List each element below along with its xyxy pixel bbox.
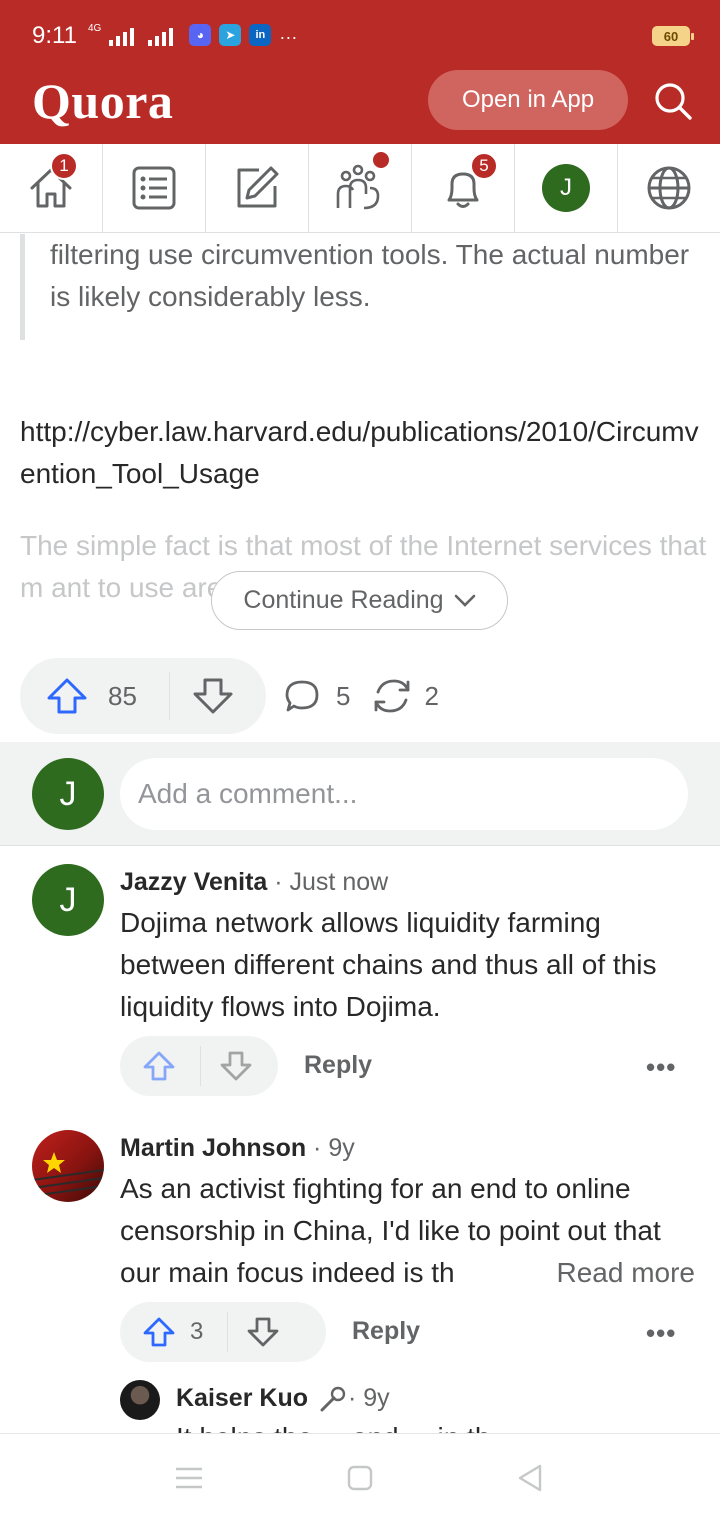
network-label: 4G [88,23,102,34]
read-more-link[interactable]: Read more [530,1252,695,1294]
nav-language[interactable] [618,144,720,232]
quora-logo[interactable]: Quora [32,72,173,130]
telegram-icon: ➤ [219,24,242,46]
reply-button[interactable]: Reply [304,1051,372,1080]
system-nav-bar [0,1433,720,1520]
open-in-app-button[interactable]: Open in App [428,70,628,130]
avatar[interactable] [120,1380,160,1420]
answer-link[interactable]: http://cyber.law.harvard.edu/publication… [20,411,710,495]
comment-timestamp: · Just now [267,868,389,896]
downvote-icon[interactable] [219,1050,253,1082]
comment-icon[interactable] [284,678,320,714]
linkedin-icon: in [249,24,272,46]
comment-author[interactable]: Kaiser Kuo [176,1384,308,1413]
battery-level: 60 [663,28,679,44]
people-icon [336,164,380,210]
comment-author[interactable]: Jazzy Venita [120,868,267,896]
more-notifications-icon: ··· [279,27,298,47]
comment-kaiser: Kaiser Kuo · 9y It helps the ... and ...… [0,1372,720,1434]
comment-vote-pill: 3 [120,1302,326,1362]
nav-notifications[interactable]: 5 [412,144,515,232]
microphone-icon [320,1386,346,1411]
edit-icon [237,166,279,208]
share-count: 2 [424,680,439,711]
avatar[interactable]: J [32,864,104,936]
downvote-icon[interactable] [246,1316,280,1348]
user-avatar: J [32,758,104,830]
add-comment-bar: J [0,742,720,846]
reply-button[interactable]: Reply [352,1317,420,1346]
comment-timestamp: · 9y [347,1384,390,1412]
answer-vote-pill: 85 [20,658,266,734]
downvote-icon[interactable] [192,677,234,715]
avatar[interactable] [32,1130,104,1202]
chevron-down-icon [454,594,475,607]
search-icon[interactable] [652,80,694,122]
back-icon[interactable] [516,1463,544,1493]
battery-icon: 60 [652,26,694,46]
home-badge: 1 [50,152,78,180]
vote-divider [200,1046,201,1086]
share-icon[interactable] [370,676,414,716]
vote-divider [227,1312,229,1352]
nav-answer[interactable] [206,144,309,232]
list-icon [132,166,176,210]
flag-avatar-icon [32,1152,104,1197]
comment-body: As an activist fighting for an end to on… [120,1168,695,1294]
continue-reading-label: Continue Reading [243,586,444,614]
comment-jazzy: J Jazzy Venita · Just now Dojima network… [0,846,720,1106]
comment-author-line: Martin Johnson · 9y [120,1134,355,1163]
continue-reading-button[interactable]: Continue Reading [211,571,508,630]
status-time: 9:11 [32,22,77,49]
comment-author-line: Jazzy Venita · Just now [120,868,388,897]
signal-bars-icon [109,28,135,46]
comment-martin: Martin Johnson · 9y As an activist fight… [0,1112,720,1372]
app-header: 9:11 4G ◕ ➤ in ··· 60 Quora Open in App [0,0,720,144]
comment-count: 5 [336,680,351,711]
comment-vote-pill [120,1036,278,1096]
spaces-dot [373,152,389,168]
upvote-count: 3 [190,1318,204,1345]
more-options-icon[interactable]: ••• [646,1318,676,1349]
nav-spaces[interactable] [309,144,412,232]
menu-icon[interactable] [174,1465,204,1491]
status-bar: 9:11 4G ◕ ➤ in ··· 60 [0,0,720,72]
upvote-icon[interactable] [142,1316,176,1348]
more-options-icon[interactable]: ••• [646,1052,676,1083]
comment-input[interactable] [120,758,688,830]
comment-body: Dojima network allows liquidity farming … [120,907,657,1022]
comment-timestamp: · 9y [306,1134,355,1162]
upvote-icon[interactable] [142,1050,176,1082]
nav-profile[interactable]: J [515,144,618,232]
wifi-bars-icon [148,28,174,46]
comment-author-line: Kaiser Kuo · 9y [176,1384,390,1413]
home-square-icon[interactable] [346,1464,374,1492]
globe-icon [647,166,691,210]
upvote-count: 85 [108,680,137,711]
upvote-icon[interactable] [46,677,88,715]
avatar-initial: J [59,880,77,919]
signal-indicators: 4G ◕ ➤ in ··· [88,24,297,46]
vote-divider [168,672,170,720]
nav-home[interactable]: 1 [0,144,103,232]
blockquote-bar [20,234,25,340]
nav-following[interactable] [103,144,206,232]
blockquote-text: filtering use circumvention tools. The a… [50,239,690,312]
comment-author[interactable]: Martin Johnson [120,1134,306,1162]
notifications-badge: 5 [470,152,498,180]
main-nav: 1 5 J [0,144,720,233]
answer-actions: 5 2 [284,676,439,716]
discord-icon: ◕ [189,24,212,46]
profile-avatar: J [542,164,590,212]
